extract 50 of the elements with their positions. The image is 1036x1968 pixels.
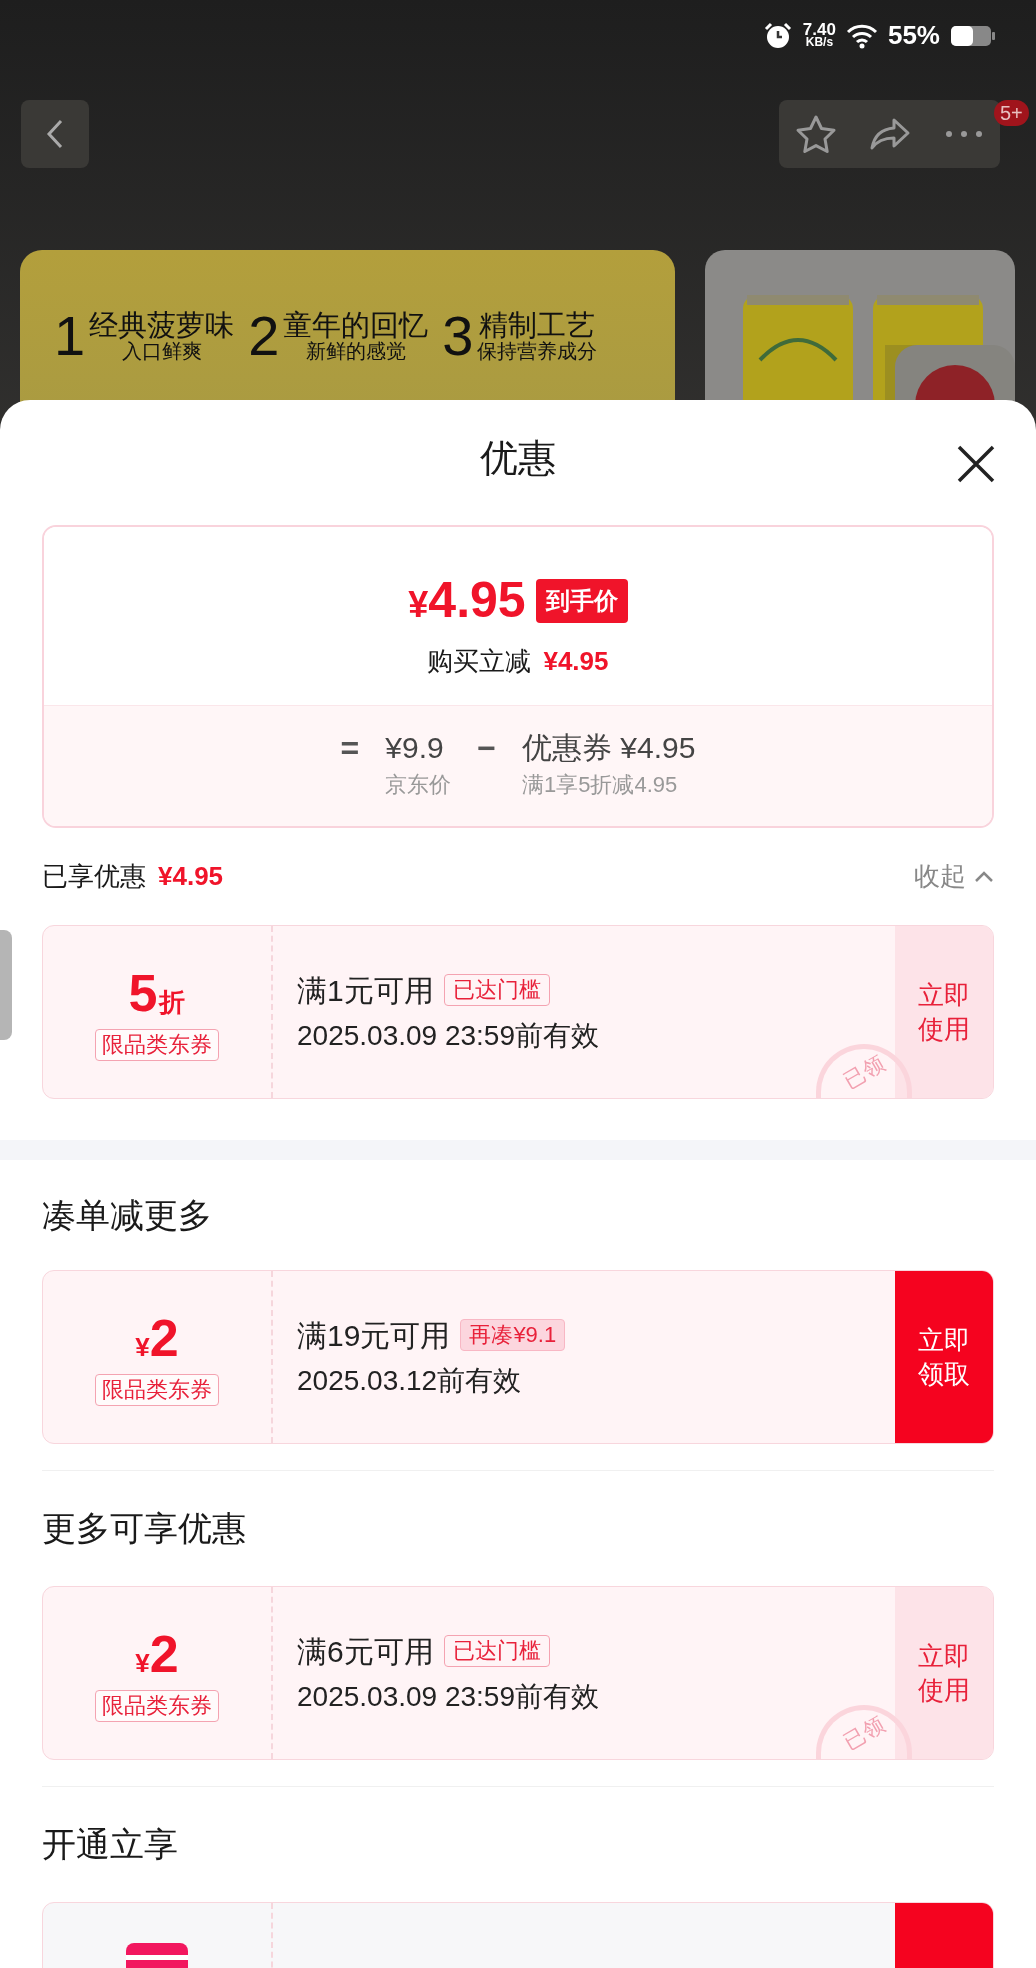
savings-amount: ¥4.95	[543, 645, 609, 678]
coupon-expiry: 2025.03.12前有效	[297, 1363, 523, 1398]
final-price: ¥4.95	[408, 571, 526, 630]
threshold-tag: 再凑¥9.1	[460, 1319, 566, 1351]
use-button[interactable]: 立即使用	[895, 926, 993, 1098]
feature-subtitle: 保持营养成分	[477, 340, 598, 362]
section-title: 凑单减更多	[42, 1194, 212, 1236]
coupon-amount: 优惠券 ¥4.95	[521, 730, 696, 766]
section-title: 更多可享优惠	[42, 1508, 246, 1549]
coupon-condition: 满6元可用	[297, 1633, 434, 1670]
base-price: ¥9.9	[385, 730, 444, 766]
feature-title: 经典菠萝味	[89, 310, 235, 340]
network-unit: KB/s	[805, 35, 834, 49]
feature-title: 童年的回忆	[283, 310, 429, 340]
stamp-text: 已领	[839, 1712, 889, 1754]
coupon-expiry: 2025.03.09 23:59前有效	[297, 1679, 600, 1714]
coupon-category: 限品类东券	[95, 1374, 219, 1406]
feature-number: 1	[54, 308, 86, 364]
applied-label: 已享优惠	[42, 860, 146, 893]
feature-subtitle: 新鲜的感觉	[305, 340, 406, 362]
claim-button[interactable]: 立即领取	[895, 1271, 993, 1443]
coupon-value: 5折	[128, 963, 186, 1023]
minus-sign: −	[477, 729, 496, 768]
network-speed: 7.40	[802, 22, 836, 36]
collapse-toggle[interactable]: 收起	[914, 857, 994, 896]
threshold-tag: 已达门槛	[443, 1635, 550, 1667]
applied-amount: ¥4.95	[158, 860, 224, 893]
coupon-value: ¥2	[135, 1624, 179, 1684]
base-price-label: 京东价	[385, 771, 452, 799]
coupon-value: ¥2	[135, 1308, 179, 1368]
battery-level: 55%	[887, 19, 940, 52]
equals-sign: =	[340, 729, 360, 768]
coupon-condition: 满19元可用	[297, 1317, 451, 1354]
notification-badge: 5+	[994, 100, 1029, 126]
coupon-category: 限品类东券	[95, 1029, 219, 1061]
coupon-rule: 满1享5折减4.95	[521, 771, 678, 799]
price-badge: 到手价	[535, 578, 628, 623]
stamp-text: 已领	[839, 1051, 889, 1093]
section-title: 开通立享	[42, 1824, 178, 1865]
use-button[interactable]: 立即使用	[895, 1587, 993, 1759]
feature-number: 2	[248, 308, 280, 364]
feature-number: 3	[442, 308, 474, 364]
savings-label: 购买立减	[427, 645, 532, 678]
threshold-tag: 已达门槛	[443, 974, 550, 1006]
feature-subtitle: 入口鲜爽	[121, 340, 202, 362]
coupon-condition: 满1元可用	[297, 972, 434, 1009]
sheet-title: 优惠	[480, 436, 556, 481]
coupon-expiry: 2025.03.09 23:59前有效	[297, 1018, 600, 1053]
feature-title: 精制工艺	[479, 310, 596, 340]
coupon-category: 限品类东券	[95, 1690, 219, 1722]
